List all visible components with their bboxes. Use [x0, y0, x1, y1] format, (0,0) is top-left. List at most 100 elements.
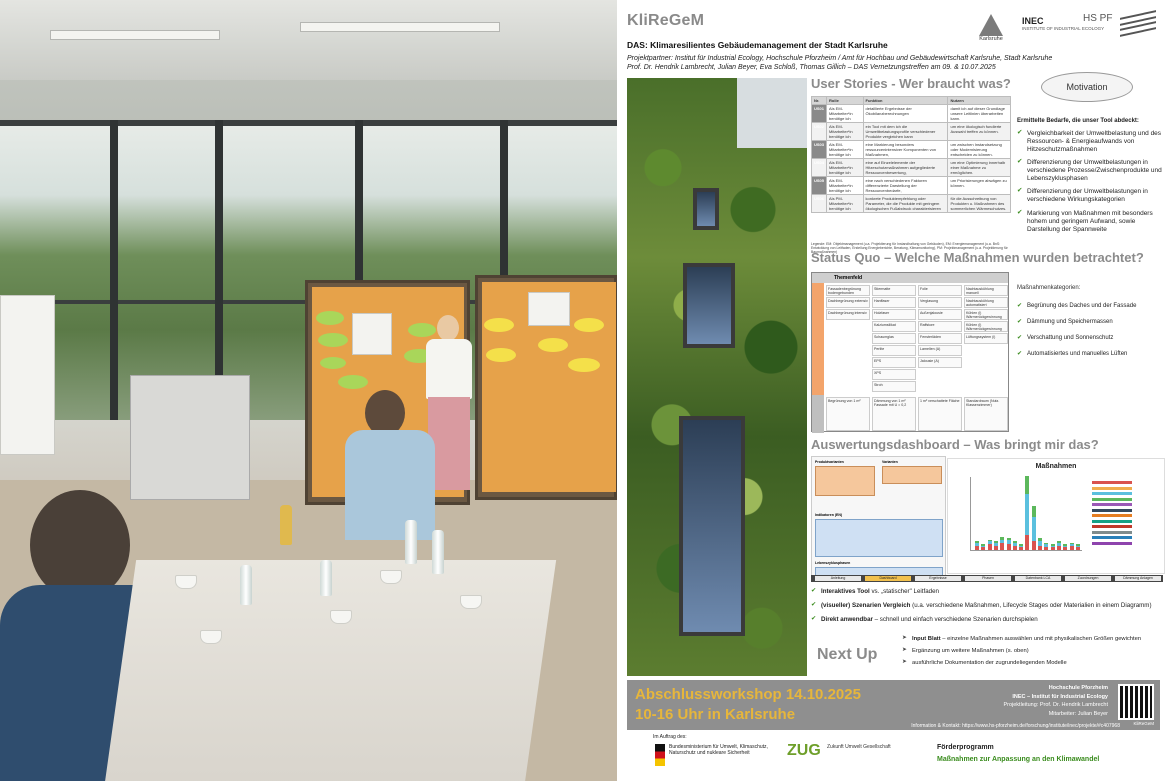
karlsruhe-label: Karlsruhe [979, 36, 1003, 42]
chart-bar [1044, 544, 1049, 548]
green-facade-photo [627, 78, 807, 676]
chart-bar [987, 541, 992, 545]
measure-cell: Nachtauskühlung automatisiert [964, 297, 1008, 308]
check-icon: ✔ [1017, 208, 1023, 216]
chart-bar [1019, 547, 1024, 550]
table-header: Rolle [826, 96, 864, 105]
table-cell: US01 [810, 104, 828, 123]
table-cell: um eine ökologisch fundierte Auswahl tre… [947, 122, 1011, 141]
measure-cell: Dachbegrünung intensiv [826, 309, 870, 320]
dashboard-tab[interactable]: Datenbank LCA [1015, 576, 1061, 581]
category-item: ✔ Begrünung des Daches und der Fassade [1017, 303, 1167, 309]
feature-item: ✔ (visueller) Szenarien Vergleich (u.a. v… [811, 601, 1167, 609]
product-variant-block[interactable] [815, 466, 875, 496]
measure-cell: Raffstore [918, 321, 962, 332]
bmu-label: Bundesministerium für Umwelt, Klimaschut… [669, 744, 768, 756]
dashboard-tab[interactable]: Anleitung [815, 576, 861, 581]
chart-bar [1050, 547, 1055, 550]
chart-bar [1012, 541, 1017, 543]
chart-bar [993, 541, 998, 543]
dashboard-tab[interactable]: Ergebnisse [915, 576, 961, 581]
contact-staff: Mitarbeiter: Julian Beyer [1048, 710, 1108, 717]
chart-bar [993, 545, 998, 550]
chart-bar [1075, 547, 1080, 550]
category-item-text: Dämmung und Speichermassen [1027, 319, 1113, 325]
feature-item-bold: Direkt anwendbar [821, 616, 873, 623]
pinboard [475, 275, 617, 500]
measure-cell: Außenjalousie [918, 309, 962, 320]
panel-label: Varianten [882, 460, 898, 464]
contact-block: Hochschule Pforzheim INEC – Institut für… [878, 684, 1120, 729]
triangle-icon [979, 14, 1003, 36]
measure-cell: XPS [872, 369, 916, 380]
check-icon: ✔ [811, 587, 817, 594]
ceiling-light [50, 30, 220, 40]
check-icon: ✔ [1017, 157, 1023, 165]
grid-side-measures [812, 283, 824, 395]
category-item: ✔ Dämmung und Speichermassen [1017, 319, 1167, 325]
table-cell: eine nach verschiedenen Faktoren differe… [862, 176, 949, 195]
arrow-icon: ➤ [902, 659, 907, 665]
chart-bar [1025, 493, 1030, 536]
check-icon: ✔ [811, 615, 817, 622]
chart-bar [1012, 545, 1017, 550]
table-row: US06 Als PM-Mitarbeiter*in benötige ich ko… [810, 194, 1011, 213]
measure-cell: Kühlen (i) Wärmerückgewinnung [964, 321, 1008, 332]
chart-bar [981, 544, 986, 546]
contact-url[interactable]: Information & Kontakt: https://www.hs-pf… [800, 723, 1120, 731]
water-bottle [320, 560, 332, 596]
table-cell: eine auf Einzelelemente der Hitzeschutzm… [862, 158, 949, 177]
dashboard-selector-panel: Produktvarianten Varianten Indikatoren (… [811, 456, 946, 582]
contact-lead: Projektleitung: Prof. Dr. Hendrik Lambre… [1003, 702, 1108, 709]
chart-bar [1000, 539, 1005, 543]
measure-cell: Verglasung [918, 297, 962, 308]
chart-plot-area [970, 476, 1082, 551]
table-cell: Als EM-Mitarbeiter*in benötige ich [826, 176, 864, 195]
dashboard-tab[interactable]: Dashboard [865, 576, 911, 581]
hspf-lines-icon [1120, 10, 1156, 36]
chart-legend [1092, 481, 1162, 547]
measure-cell: Fensterläden [918, 333, 962, 344]
reference-cell: Dämmung von 1 m² Fassade mit U = 0,2 [872, 397, 916, 431]
section-next-up: Next Up [817, 646, 878, 663]
qr-code-icon[interactable] [1118, 684, 1154, 720]
category-list: Maßnahmenkategorien: ✔ Begrünung des Dach… [1017, 285, 1167, 367]
feature-item-text: (u.a. verschiedene Maßnahmen, Lifecycle … [910, 602, 1152, 609]
check-icon: ✔ [1017, 335, 1023, 341]
table-cell: ein Tool mit dem ich die Umweltbelastung… [862, 122, 949, 141]
chart-bar [1025, 535, 1030, 550]
dashboard-tab[interactable]: Phasen [965, 576, 1011, 581]
next-up-item-text: – einzelne Maßnahmen auswählen und mit p… [940, 636, 1142, 642]
chart-bar [1063, 547, 1068, 550]
variant-block[interactable] [882, 466, 942, 484]
meeting-photo [0, 0, 617, 781]
table-cell: Als EM-Mitarbeiter*in benötige ich [826, 158, 864, 177]
window-frame [110, 120, 118, 420]
funders-strip: Im Auftrag des: Bundesministerium für Um… [627, 734, 1160, 780]
measure-cell: Lüftungssystem (i) [964, 333, 1008, 344]
measure-cell: Lamellen (A) [918, 345, 962, 356]
chart-bar [1006, 539, 1011, 545]
inec-sub-label: INSTITUTE OF INDUSTRIAL ECOLOGY [1022, 26, 1105, 31]
coffee-cup [460, 595, 482, 609]
chart-bar [1025, 476, 1030, 494]
grid-side-reference [812, 395, 824, 433]
table-cell: Als EM-Mitarbeiter*in benötige ich [826, 122, 864, 141]
measure-cell: Kühlen (i) Wärmerückgewinnung [964, 309, 1008, 320]
dashboard-tab[interactable]: Zuordnungen [1065, 576, 1111, 581]
lectern [130, 375, 250, 500]
indicator-block[interactable] [815, 519, 943, 557]
window-frame [0, 120, 617, 126]
chart-bar [981, 547, 986, 550]
table-cell: für die Ausschreibung von Produkten u. M… [947, 194, 1011, 213]
dashboard-tab[interactable]: Dämmung Anlagen [1115, 576, 1161, 581]
author-line: Prof. Dr. Hendrik Lambrecht, Julian Beye… [627, 64, 996, 72]
reference-cell: 1 m² verschattete Fläche [918, 397, 962, 431]
inec-label: INEC [1022, 16, 1044, 26]
coffee-cup [175, 575, 197, 589]
chart-bar [975, 542, 979, 546]
water-bottle [240, 565, 252, 605]
chart-bar [1069, 545, 1074, 550]
poster-header: KliReGeM DAS: Klimaresilientes Gebäudema… [617, 0, 1170, 78]
partner-line: Projektpartner: Institut für Industrial … [627, 55, 1053, 62]
